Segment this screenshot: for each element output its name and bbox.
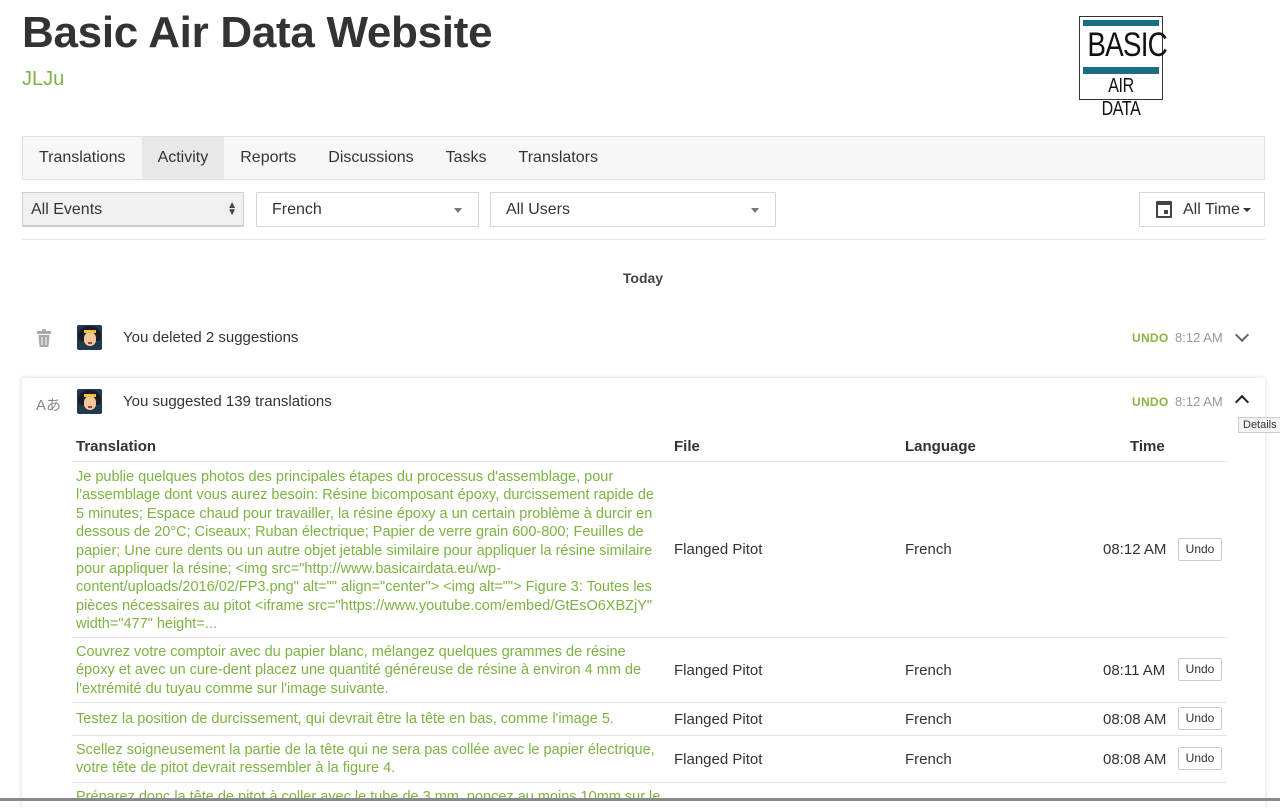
tab-discussions[interactable]: Discussions — [312, 137, 429, 179]
tab-tasks[interactable]: Tasks — [430, 137, 503, 179]
tab-reports[interactable]: Reports — [224, 137, 312, 179]
avatar-tiara — [84, 330, 96, 333]
file-name: Flanged Pitot — [674, 751, 763, 768]
table-row: Je publie quelques photos des principale… — [72, 462, 1227, 637]
translate-icon: Aあ — [36, 397, 62, 414]
page-title: Basic Air Data Website — [22, 8, 493, 57]
language-name: French — [905, 711, 952, 728]
undo-link[interactable]: UNDO — [1132, 331, 1169, 345]
column-header-time: Time — [1130, 438, 1165, 455]
logo-bar-middle — [1083, 67, 1159, 74]
file-name: Flanged Pitot — [674, 541, 763, 558]
table-row: Préparez donc la tête de pitot à coller … — [72, 783, 1227, 798]
trash-icon — [37, 329, 51, 347]
details-tooltip: Details — [1238, 417, 1280, 433]
column-header-language: Language — [905, 438, 976, 455]
users-filter-value: All Users — [506, 201, 571, 218]
file-name: Flanged Pitot — [674, 711, 763, 728]
table-row: Scellez soigneusement la partie de la tê… — [72, 736, 1227, 782]
undo-button[interactable]: Undo — [1178, 658, 1222, 681]
translation-text[interactable]: Couvrez votre comptoir avec du papier bl… — [76, 643, 666, 698]
logo-text-basic: BASIC — [1087, 26, 1167, 64]
column-header-file: File — [674, 438, 700, 455]
tab-translations[interactable]: Translations — [23, 137, 142, 179]
caret-down-icon — [1243, 208, 1251, 212]
basic-air-data-logo: BASIC AIR DATA — [1079, 16, 1168, 120]
row-time: 08:08 AM — [1103, 711, 1167, 728]
undo-button[interactable]: Undo — [1178, 538, 1222, 561]
avatar-lips — [88, 342, 92, 344]
translation-text[interactable]: Je publie quelques photos des principale… — [76, 468, 666, 634]
filter-divider — [22, 239, 1265, 240]
chevron-up-icon[interactable] — [1234, 394, 1250, 410]
caret-down-icon — [454, 208, 462, 213]
project-owner[interactable]: JLJu — [22, 68, 64, 91]
table-row: Couvrez votre comptoir avec du papier bl… — [72, 638, 1227, 702]
updown-arrows-icon: ▲ ▼ — [227, 200, 237, 218]
avatar[interactable] — [77, 325, 102, 350]
project-tabs: Translations Activity Reports Discussion… — [22, 136, 1265, 180]
language-filter-select[interactable]: French — [256, 192, 479, 227]
language-name: French — [905, 751, 952, 768]
translation-text[interactable]: Préparez donc la tête de pitot à coller … — [76, 788, 666, 798]
translation-text[interactable]: Scellez soigneusement la partie de la tê… — [76, 741, 666, 778]
caret-down-icon — [751, 208, 759, 213]
language-filter-value: French — [272, 201, 322, 218]
calendar-icon — [1156, 201, 1172, 218]
time-filter-button[interactable]: All Time — [1139, 192, 1265, 227]
row-time: 08:12 AM — [1103, 541, 1167, 558]
activity-event-deleted[interactable]: You deleted 2 suggestions UNDO 8:12 AM — [22, 318, 1265, 358]
event-description: You deleted 2 suggestions — [123, 329, 299, 346]
logo-text-airdata: AIR DATA — [1101, 75, 1141, 120]
avatar[interactable] — [77, 389, 102, 414]
translation-text[interactable]: Testez la position de durcissement, qui … — [76, 710, 666, 728]
column-header-translation: Translation — [76, 438, 157, 455]
event-time: 8:12 AM — [1175, 394, 1223, 409]
events-filter-select[interactable]: All Events ▲ ▼ — [22, 192, 244, 227]
tab-translators[interactable]: Translators — [503, 137, 614, 179]
users-filter-select[interactable]: All Users — [490, 192, 776, 227]
time-filter-label: All Time — [1183, 201, 1240, 218]
chevron-down-icon[interactable] — [1234, 327, 1250, 343]
language-name: French — [905, 541, 952, 558]
undo-link[interactable]: UNDO — [1132, 395, 1169, 409]
day-heading: Today — [622, 270, 664, 286]
language-name: French — [905, 662, 952, 679]
event-time: 8:12 AM — [1175, 330, 1223, 345]
undo-button[interactable]: Undo — [1178, 707, 1222, 730]
events-filter-value: All Events — [31, 201, 103, 218]
undo-button[interactable]: Undo — [1178, 747, 1222, 770]
table-row: Testez la position de durcissement, qui … — [72, 703, 1227, 735]
row-time: 08:11 AM — [1103, 662, 1166, 679]
event-description: You suggested 139 translations — [123, 393, 332, 410]
file-name: Flanged Pitot — [674, 662, 763, 679]
avatar-lips — [88, 406, 92, 408]
avatar-tiara — [84, 394, 96, 397]
tab-activity[interactable]: Activity — [141, 137, 225, 179]
row-time: 08:08 AM — [1103, 751, 1167, 768]
